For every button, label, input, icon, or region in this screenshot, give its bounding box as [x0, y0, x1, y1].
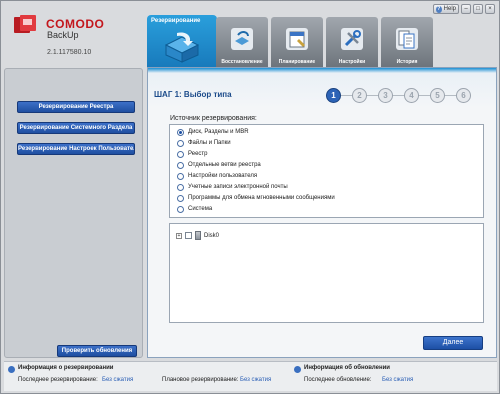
option-registry[interactable]: Реестр [177, 149, 208, 159]
source-label: Источник резервирования: [170, 115, 257, 122]
status-footer: Информация о резервировании Последнее ре… [4, 361, 497, 391]
option-registry-keys[interactable]: Отдельные ветви реестра [177, 160, 261, 170]
option-system[interactable]: Система [177, 204, 212, 214]
tab-scheduling-label: Планирование [278, 59, 316, 65]
disk-tree: + Disk0 [169, 223, 484, 323]
update-info-title: Информация об обновлении [304, 365, 390, 371]
tab-backup[interactable]: Резервирование [147, 15, 217, 73]
option-label: Учетные записи электронной почты [188, 184, 288, 190]
option-files-folders[interactable]: Файлы и Папки [177, 138, 231, 148]
sidebar-item-user-settings-backup[interactable]: Резервирование Настроек Пользователя [17, 143, 135, 155]
radio[interactable] [177, 194, 184, 202]
last-update-label: Последнее обновление: [304, 377, 372, 383]
help-icon: ? [436, 5, 442, 13]
calendar-icon [286, 28, 308, 50]
option-label: Система [188, 206, 213, 212]
sidebar: COMODO BackUp 2.1.117580.10 Резервирован… [4, 6, 143, 358]
comodo-logo-icon [14, 15, 36, 33]
brand-name: COMODO [46, 17, 105, 31]
step-title: ШАГ 1: Выбор типа [154, 90, 232, 99]
version-text: 2.1.117580.10 [47, 49, 92, 56]
tab-restore[interactable]: Восстановление [216, 17, 268, 67]
app-window: ? Help ‒ □ × COMODO BackUp 2.1.117580.10… [0, 0, 500, 394]
option-label: Отдельные ветви реестра [188, 162, 261, 168]
tab-restore-label: Восстановление [221, 59, 263, 65]
radio[interactable] [177, 139, 184, 147]
tab-settings[interactable]: Настройки [326, 17, 378, 67]
tree-item-disk0[interactable]: + Disk0 [176, 231, 219, 240]
check-updates-button[interactable]: Проверить обновления [57, 345, 137, 357]
maximize-button[interactable]: □ [473, 4, 483, 14]
planned-backup-value: Без сжатия [240, 377, 272, 383]
radio[interactable] [177, 183, 184, 191]
step-1: 1 [326, 88, 341, 103]
option-label: Реестр [188, 151, 208, 157]
step-2: 2 [352, 88, 367, 103]
sidebar-item-registry-backup[interactable]: Резервирование Реестра [17, 101, 135, 113]
close-button[interactable]: × [485, 4, 495, 14]
expand-icon[interactable]: + [176, 232, 182, 239]
tab-history-label: История [396, 59, 418, 65]
step-3: 3 [378, 88, 393, 103]
radio-selected[interactable] [177, 128, 184, 136]
option-label: Диск, Разделы и MBR [188, 129, 249, 135]
help-label: Help [443, 6, 456, 12]
last-update-value: Без сжатия [382, 377, 414, 383]
next-button[interactable]: Далее [423, 336, 483, 350]
option-email-accounts[interactable]: Учетные записи электронной почты [177, 182, 288, 192]
radio[interactable] [177, 150, 184, 158]
step-5: 5 [430, 88, 445, 103]
restore-icon [231, 28, 253, 50]
option-label: Файлы и Папки [188, 140, 231, 146]
help-button[interactable]: ? Help [433, 4, 459, 14]
tools-icon [341, 28, 363, 50]
minimize-button[interactable]: ‒ [461, 4, 471, 14]
tab-settings-label: Настройки [338, 59, 366, 65]
option-disk-partitions-mbr[interactable]: Диск, Разделы и MBR [177, 127, 249, 137]
step-6: 6 [456, 88, 471, 103]
radio[interactable] [177, 161, 184, 169]
info-icon [8, 366, 15, 373]
wizard-steps: 1 2 3 4 5 6 [326, 86, 476, 104]
tab-history[interactable]: История [381, 17, 433, 67]
logo: COMODO BackUp 2.1.117580.10 [6, 8, 141, 62]
history-icon [396, 28, 418, 50]
option-instant-messengers[interactable]: Программы для обмена мгновенными сообщен… [177, 193, 335, 203]
update-info-icon [294, 366, 301, 373]
planned-backup-label: Плановое резервирование: [162, 377, 239, 383]
disk-checkbox[interactable] [185, 232, 192, 239]
last-backup-label: Последнее резервирование: [18, 377, 98, 383]
backup-icon [164, 32, 200, 63]
disk-label: Disk0 [204, 232, 220, 239]
sidebar-panel: Резервирование Реестра Резервирование Си… [4, 68, 143, 358]
source-options: Диск, Разделы и MBR Файлы и Папки Реестр… [169, 124, 484, 218]
radio[interactable] [177, 172, 184, 180]
product-name: BackUp [47, 30, 79, 40]
last-backup-value: Без сжатия [102, 377, 134, 383]
window-controls: ? Help ‒ □ × [433, 4, 495, 14]
tab-bar: Резервирование Восстановление Планирован… [147, 15, 497, 73]
main-panel: ШАГ 1: Выбор типа 1 2 3 4 5 6 Источник р… [147, 67, 497, 358]
backup-info-title: Информация о резервировании [18, 365, 114, 371]
option-label: Настройки пользователя [188, 173, 258, 179]
radio[interactable] [177, 205, 184, 213]
disk-icon [195, 231, 201, 240]
tab-scheduling[interactable]: Планирование [271, 17, 323, 67]
step-4: 4 [404, 88, 419, 103]
sidebar-item-system-partition-backup[interactable]: Резервирование Системного Раздела [17, 122, 135, 134]
option-user-settings[interactable]: Настройки пользователя [177, 171, 257, 181]
option-label: Программы для обмена мгновенными сообщен… [188, 195, 335, 201]
